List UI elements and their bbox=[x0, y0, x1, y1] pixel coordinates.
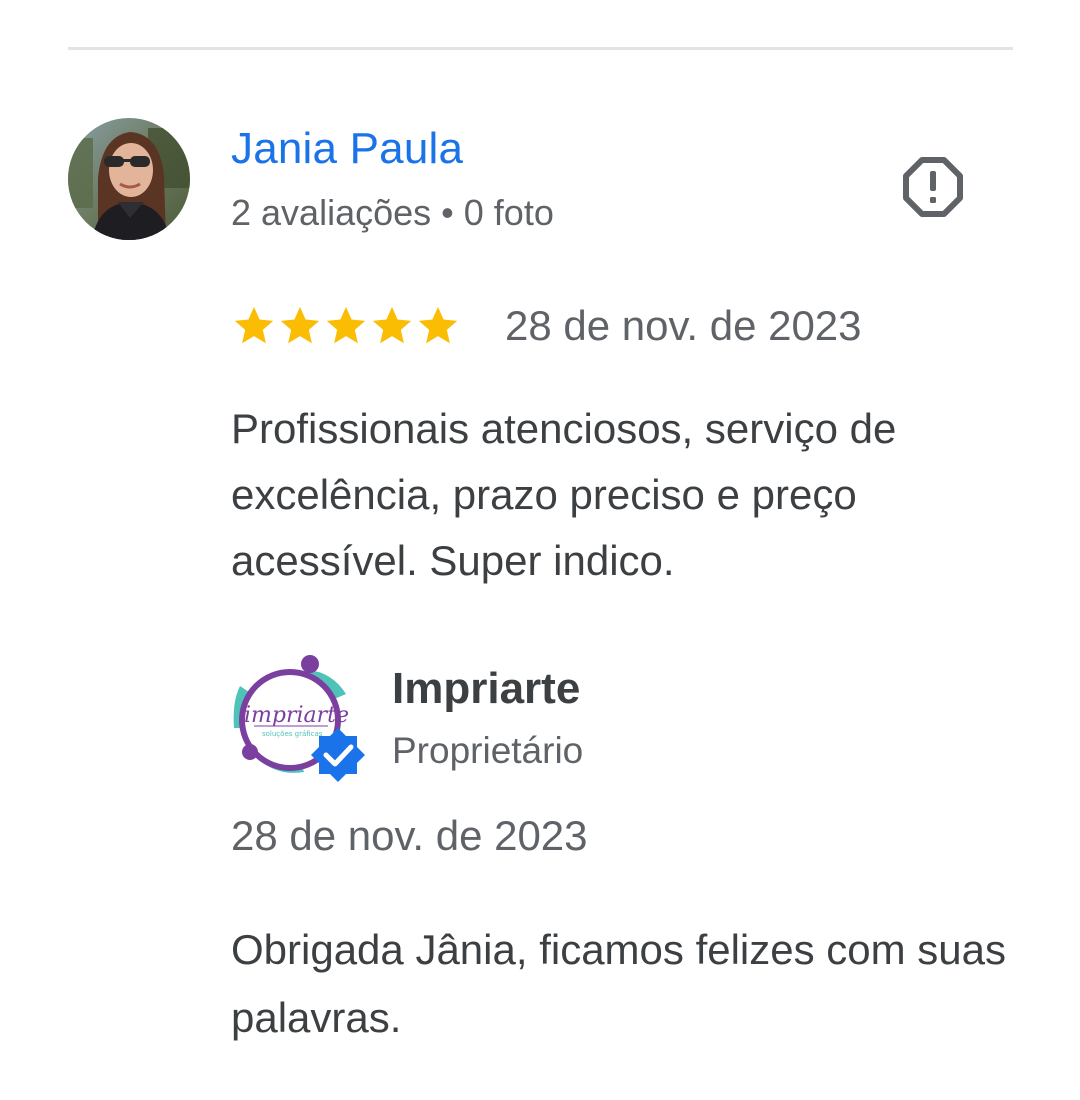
owner-logo-tagline: soluções gráficas bbox=[262, 730, 323, 738]
top-divider bbox=[68, 47, 1013, 50]
star-icon bbox=[326, 306, 366, 344]
reviewer-name[interactable]: Jania Paula bbox=[231, 124, 463, 174]
star-icon bbox=[372, 306, 412, 344]
star-icon bbox=[280, 306, 320, 344]
owner-logo[interactable]: impriarte soluções gráficas bbox=[228, 652, 368, 782]
star-icon bbox=[234, 306, 274, 344]
owner-role: Proprietário bbox=[392, 730, 584, 771]
rating-row: 28 de nov. de 2023 bbox=[231, 300, 862, 352]
review-date: 28 de nov. de 2023 bbox=[505, 302, 862, 349]
reply-text: Obrigada Jânia, ficamos felizes com suas… bbox=[231, 926, 1007, 1041]
verified-badge-icon bbox=[311, 728, 365, 782]
meta-separator: • bbox=[441, 192, 454, 233]
reviews-count: 2 avaliações bbox=[231, 192, 432, 233]
reviewer-meta: 2 avaliações • 0 foto bbox=[231, 192, 554, 234]
reply-date: 28 de nov. de 2023 bbox=[231, 812, 588, 859]
owner-name: Impriarte bbox=[392, 664, 581, 713]
star-rating bbox=[231, 303, 461, 349]
star-icon bbox=[418, 306, 458, 344]
report-review-button[interactable] bbox=[898, 152, 968, 222]
photos-count: 0 foto bbox=[463, 192, 554, 233]
review-text: Profissionais atenciosos, serviço de exc… bbox=[231, 405, 897, 584]
owner-logo-text: impriarte bbox=[244, 703, 349, 728]
report-octagon-icon bbox=[903, 157, 963, 217]
reviewer-avatar[interactable] bbox=[68, 118, 190, 240]
